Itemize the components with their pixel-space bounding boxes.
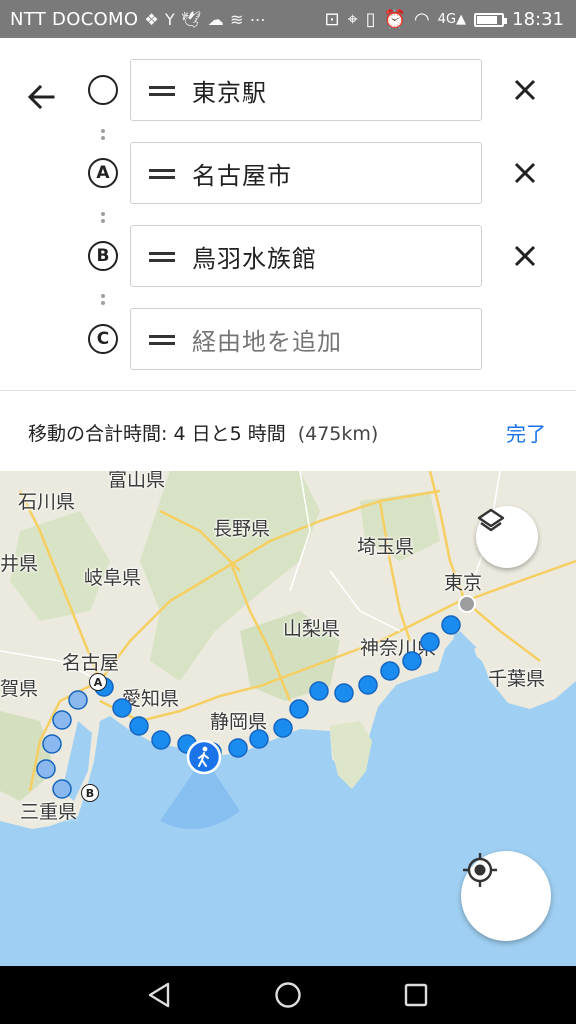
- connector-dot: [101, 136, 105, 140]
- route-dot: [309, 681, 329, 701]
- circle-home-icon: [275, 982, 301, 1008]
- battery-icon: [474, 12, 508, 27]
- route-origin-dot: [458, 595, 476, 613]
- route-dot: [112, 698, 132, 718]
- arrow-left-icon: [27, 84, 55, 110]
- system-navigation-bar: [0, 966, 576, 1024]
- my-location-icon: [463, 853, 497, 887]
- nav-recents-button[interactable]: [400, 979, 432, 1011]
- route-dot: [151, 730, 171, 750]
- route-dot: [289, 699, 309, 719]
- my-location-button[interactable]: [461, 851, 551, 941]
- connector-dot: [101, 294, 105, 298]
- square-recents-icon: [404, 983, 428, 1007]
- close-icon: [514, 245, 536, 267]
- wifi-hotspot-icon: ≋: [230, 10, 244, 29]
- route-marker-b[interactable]: B: [81, 784, 99, 802]
- remove-stop-button[interactable]: [505, 153, 545, 193]
- route-dot: [441, 615, 461, 635]
- route-dot: [52, 710, 72, 730]
- route-marker-a[interactable]: A: [89, 673, 107, 691]
- add-stop-field[interactable]: 経由地を追加: [130, 308, 482, 370]
- signal-icon: 4G▲: [437, 12, 467, 27]
- route-dot: [129, 716, 149, 736]
- stop-b-marker-icon: B: [88, 241, 118, 271]
- close-icon: [514, 79, 536, 101]
- location-icon: ⌖: [347, 9, 358, 30]
- route-dot: [249, 729, 269, 749]
- route-dot: [42, 734, 62, 754]
- stop-label: 東京駅: [192, 78, 267, 107]
- twitter-icon: 🕊: [181, 10, 202, 29]
- total-time: 移動の合計時間: 4 日と5 時間: [28, 423, 286, 445]
- alarm-icon: ⏰: [383, 9, 407, 30]
- status-bar: NTT DOCOMO ❖ Y 🕊 ☁ ≋ ⋯ ⊡ ⌖ ▯ ⏰ ◠ 4G▲ 18:…: [0, 0, 576, 38]
- stop-a-marker-icon: A: [88, 158, 118, 188]
- stop-label: 名古屋市: [192, 161, 292, 190]
- connector-dot: [101, 301, 105, 305]
- stop-label: 鳥羽水族館: [192, 244, 317, 273]
- stop-field-b[interactable]: 鳥羽水族館: [130, 225, 482, 287]
- yahoo-icon: Y: [164, 10, 176, 29]
- close-icon: [514, 162, 536, 184]
- done-button[interactable]: 完了: [506, 418, 546, 447]
- nav-back-button[interactable]: [143, 979, 175, 1011]
- route-dot: [358, 675, 378, 695]
- route-dot: [380, 661, 400, 681]
- app-notification-icon: ❖: [144, 10, 159, 29]
- triangle-back-icon: [148, 982, 170, 1008]
- route-dot: [68, 690, 88, 710]
- walking-person-icon[interactable]: [186, 739, 222, 775]
- origin-marker-icon: [88, 75, 118, 105]
- network-type: 4G: [437, 12, 457, 27]
- stop-field-origin[interactable]: 東京駅: [130, 59, 482, 121]
- route-dot: [402, 651, 422, 671]
- route-summary: 移動の合計時間: 4 日と5 時間 (475km) 完了: [0, 391, 576, 471]
- more-notifications-icon: ⋯: [249, 10, 267, 29]
- remove-stop-button[interactable]: [505, 236, 545, 276]
- route-dot: [52, 779, 72, 799]
- directions-panel: 東京駅 A 名古屋市 B 鳥羽水族館 C 経由地を追加: [0, 38, 576, 390]
- map-view[interactable]: 富山県 石川県 井県 岐阜県 長野県 埼玉県 東京 山梨県 神奈川県 千葉県 名…: [0, 471, 576, 966]
- stop-field-a[interactable]: 名古屋市: [130, 142, 482, 204]
- layers-button[interactable]: [476, 506, 538, 568]
- remove-stop-button[interactable]: [505, 70, 545, 110]
- route-dot: [36, 759, 56, 779]
- route-dot: [420, 632, 440, 652]
- wifi-icon: ◠: [414, 9, 430, 30]
- nav-home-button[interactable]: [272, 979, 304, 1011]
- total-distance: (475km): [297, 423, 379, 445]
- route-dot: [228, 738, 248, 758]
- add-stop-placeholder: 経由地を追加: [192, 327, 342, 356]
- layers-icon: [477, 508, 505, 532]
- nfc-icon: ⊡: [324, 9, 340, 30]
- route-dot: [334, 683, 354, 703]
- vibrate-icon: ▯: [365, 9, 376, 30]
- carrier-name: NTT DOCOMO: [10, 9, 139, 30]
- route-dot: [273, 718, 293, 738]
- stop-c-marker-icon: C: [88, 324, 118, 354]
- connector-dot: [101, 129, 105, 133]
- back-button[interactable]: [18, 74, 64, 120]
- connector-dot: [101, 219, 105, 223]
- connector-dot: [101, 212, 105, 216]
- cloud-icon: ☁: [207, 10, 224, 29]
- clock: 18:31: [512, 9, 564, 30]
